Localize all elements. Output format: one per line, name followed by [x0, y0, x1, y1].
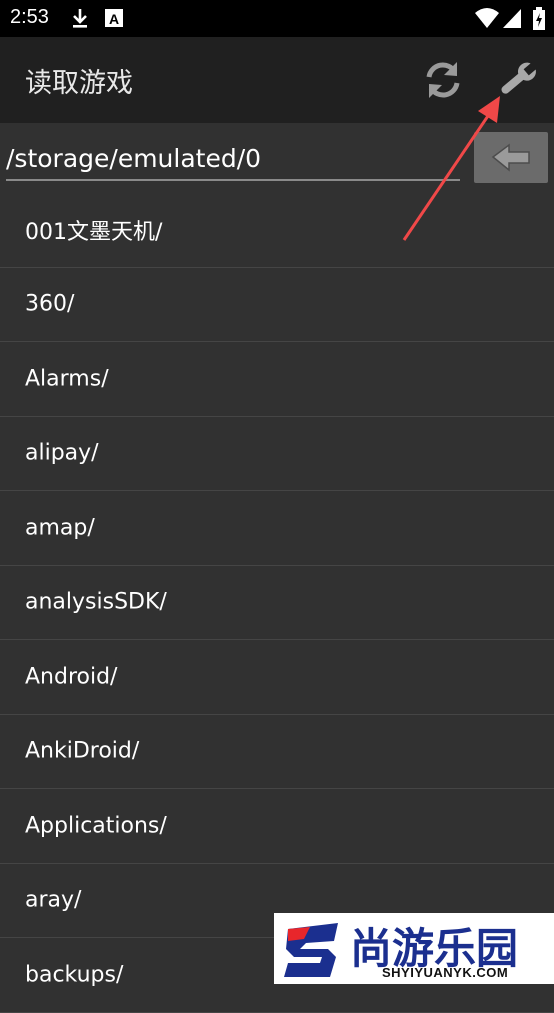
file-list: 001文墨天机/ 360/ Alarms/ alipay/ amap/ anal…: [0, 193, 554, 1013]
status-bar: 2:53 A: [0, 0, 554, 37]
file-name: 360/: [25, 291, 75, 317]
list-item[interactable]: 001文墨天机/: [0, 193, 554, 268]
a-badge-icon: A: [104, 7, 124, 33]
list-item[interactable]: alipay/: [0, 417, 554, 491]
back-button[interactable]: [474, 132, 548, 183]
path-input[interactable]: [6, 137, 460, 181]
watermark-subtext: SHYIYUANYK.COM: [382, 965, 509, 980]
signal-icon: [502, 7, 522, 33]
watermark: 尚游乐园 SHYIYUANYK.COM: [274, 913, 554, 984]
list-item[interactable]: Alarms/: [0, 342, 554, 417]
app-bar: 读取游戏: [0, 37, 554, 123]
file-name: analysisSDK/: [25, 589, 167, 615]
battery-icon: [532, 7, 546, 35]
file-name: Alarms/: [25, 366, 109, 392]
file-name: AnkiDroid/: [25, 738, 140, 764]
back-arrow-icon: [491, 143, 530, 172]
file-name: alipay/: [25, 440, 99, 466]
list-item[interactable]: 360/: [0, 268, 554, 342]
refresh-button[interactable]: [422, 59, 464, 101]
file-name: aray/: [25, 887, 82, 913]
list-item[interactable]: Android/: [0, 640, 554, 715]
page-title: 读取游戏: [25, 68, 133, 99]
path-bar: [0, 123, 554, 193]
file-name: Android/: [25, 664, 118, 690]
list-item[interactable]: analysisSDK/: [0, 566, 554, 640]
file-name: amap/: [25, 515, 95, 541]
watermark-logo-icon: [284, 923, 338, 977]
list-item[interactable]: Applications/: [0, 789, 554, 864]
download-icon: [70, 7, 90, 33]
list-item[interactable]: amap/: [0, 491, 554, 566]
file-name: Applications/: [25, 813, 167, 839]
svg-text:A: A: [109, 11, 119, 27]
status-time: 2:53: [10, 6, 49, 28]
file-name: 001文墨天机/: [25, 219, 163, 245]
wrench-icon: [501, 61, 538, 94]
refresh-icon: [426, 62, 460, 98]
list-item[interactable]: AnkiDroid/: [0, 715, 554, 789]
settings-button[interactable]: [494, 57, 540, 103]
wifi-icon: [474, 7, 500, 33]
